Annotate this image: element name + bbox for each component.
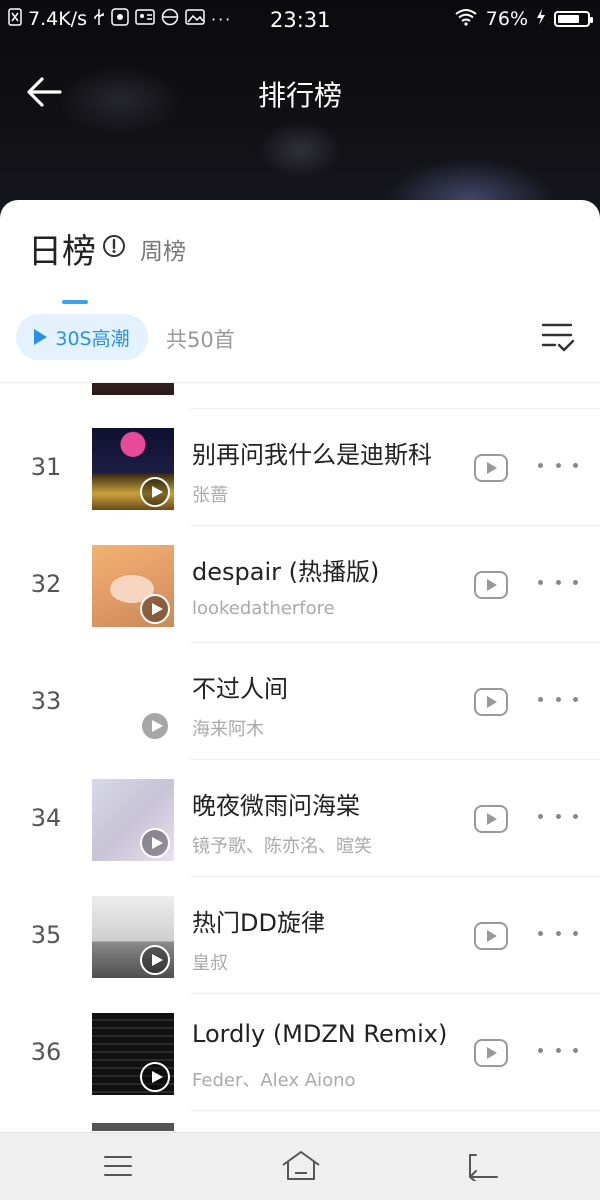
rank-number: 34 [30,804,62,832]
home-icon[interactable] [280,1149,322,1183]
album-cover [92,383,174,395]
active-tab-indicator [62,300,88,304]
rank-number: 33 [30,687,62,715]
song-title: 别再问我什么是迪斯科 [192,441,432,469]
play-circle-icon[interactable] [140,477,170,507]
app-notification-icon [111,8,129,30]
more-options-icon[interactable] [538,580,578,590]
tab-daily[interactable]: 日榜 [28,224,96,273]
tab-weekly[interactable]: 周榜 [140,232,186,266]
album-cover[interactable] [92,662,174,744]
more-options-icon[interactable] [538,814,578,824]
song-row[interactable]: 31 别再问我什么是迪斯科张蔷 [0,409,600,526]
status-time: 23:31 [270,8,331,32]
status-bar: 7.4K/s ··· 23:31 76% [0,0,600,40]
song-row[interactable]: 34 晚夜微雨问海棠镜予歌、陈亦洺、暄笑 [0,760,600,877]
song-artist: Feder、Alex Aiono [192,1070,356,1091]
more-notifications-icon: ··· [210,9,233,29]
battery-icon [554,11,593,27]
song-artist: 海来阿木 [192,719,264,740]
net-speed: 7.4K/s [28,8,87,30]
song-row[interactable]: 36 Lordly (MDZN Remix) Feder、Alex Aiono [0,994,600,1111]
song-row[interactable]: 32 despair (热播版) lookedatherfore [0,526,600,643]
battery-percent: 76% [485,8,528,30]
nav-bar: 排行榜 [0,60,600,124]
multi-select-icon[interactable] [540,320,576,354]
song-artist: 皇叔 [192,953,228,974]
menu-icon[interactable] [102,1153,134,1179]
app-screen: 7.4K/s ··· 23:31 76% 排行榜 日榜 周榜 30S高潮 共50… [0,0,600,1200]
album-cover[interactable] [92,896,174,978]
song-list: 31 别再问我什么是迪斯科张蔷 32 despair (热播版) lookedather… [0,382,600,1132]
page-title: 排行榜 [257,79,342,112]
play-circle-icon[interactable] [140,828,170,858]
more-options-icon[interactable] [538,931,578,941]
charging-bolt-icon [536,9,546,29]
contact-card-icon [135,9,155,29]
video-play-icon[interactable] [474,1039,508,1067]
rank-number: 31 [30,453,62,481]
song-artist: lookedatherfore [192,598,335,619]
song-artist: 张蔷 [192,485,228,506]
album-cover[interactable] [92,1013,174,1095]
usb-icon [93,8,105,30]
play-circle-icon[interactable] [140,711,170,741]
album-cover-partial [92,1123,174,1131]
rank-number: 35 [30,921,62,949]
ranking-card: 日榜 周榜 30S高潮 共50首 31 别再问我什么是迪斯科张蔷 32 despair… [0,200,600,1132]
more-options-icon[interactable] [538,463,578,473]
wifi-icon [454,8,478,30]
play-circle-icon[interactable] [140,594,170,624]
video-play-icon[interactable] [474,688,508,716]
song-title: 热门DD旋律 [192,909,325,937]
video-play-icon[interactable] [474,571,508,599]
info-icon[interactable] [102,234,126,258]
more-options-icon[interactable] [538,1048,578,1058]
rank-number: 32 [30,570,62,598]
system-nav-bar [0,1132,600,1200]
rank-number: 36 [30,1038,62,1066]
divider [190,1110,600,1111]
signal-off-icon [8,8,22,30]
play-circle-icon[interactable] [140,1062,170,1092]
list-toolbar: 30S高潮 共50首 [0,314,600,364]
highlight-play-button[interactable]: 30S高潮 [16,314,148,360]
album-cover[interactable] [92,545,174,627]
video-play-icon[interactable] [474,805,508,833]
song-title: 晚夜微雨问海棠 [192,792,360,820]
song-count: 共50首 [166,328,235,352]
song-title: 不过人间 [192,675,288,703]
list-item-partial [0,383,600,409]
gallery-icon [185,9,205,29]
song-artist: 镜予歌、陈亦洺、暄笑 [192,836,372,857]
play-circle-icon[interactable] [140,945,170,975]
album-cover[interactable] [92,779,174,861]
video-play-icon[interactable] [474,922,508,950]
browser-icon [161,8,179,30]
status-left: 7.4K/s ··· [8,8,232,30]
system-back-icon[interactable] [466,1151,500,1183]
status-right: 76% [454,8,593,30]
highlight-play-label: 30S高潮 [55,327,130,350]
song-title: despair (热播版) [192,558,380,586]
song-row[interactable]: 35 热门DD旋律皇叔 [0,877,600,994]
song-title: Lordly (MDZN Remix) [192,1020,448,1048]
play-icon [34,329,48,345]
video-play-icon[interactable] [474,454,508,482]
battery-fill [558,15,579,23]
song-row[interactable]: 33 不过人间海来阿木 [0,643,600,760]
album-cover[interactable] [92,428,174,510]
more-options-icon[interactable] [538,697,578,707]
